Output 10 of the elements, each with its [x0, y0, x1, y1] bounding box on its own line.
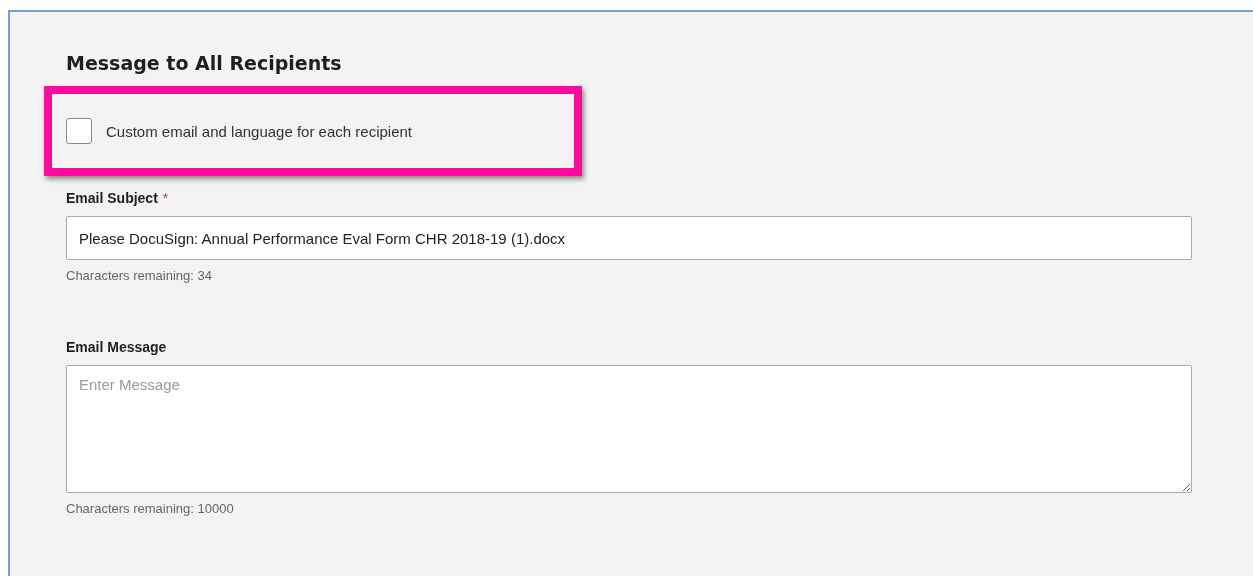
field-label: Email Subject — [66, 190, 158, 206]
character-count: Characters remaining: 34 — [66, 268, 213, 283]
field-label: Email Message — [66, 339, 167, 355]
required-mark: * — [162, 190, 169, 206]
section-title: Message to All Recipients — [66, 51, 343, 76]
checkbox-label: Custom email and language for each recipient — [106, 122, 412, 140]
subject-field[interactable]: Please DocuSign: Annual Performance Eval Form CHR 2018-19 (1).docx — [66, 216, 1192, 260]
character-count: Characters remaining: 10000 — [66, 501, 235, 516]
message-field[interactable]: Enter Message — [66, 365, 1192, 493]
checkbox[interactable] — [66, 118, 92, 144]
